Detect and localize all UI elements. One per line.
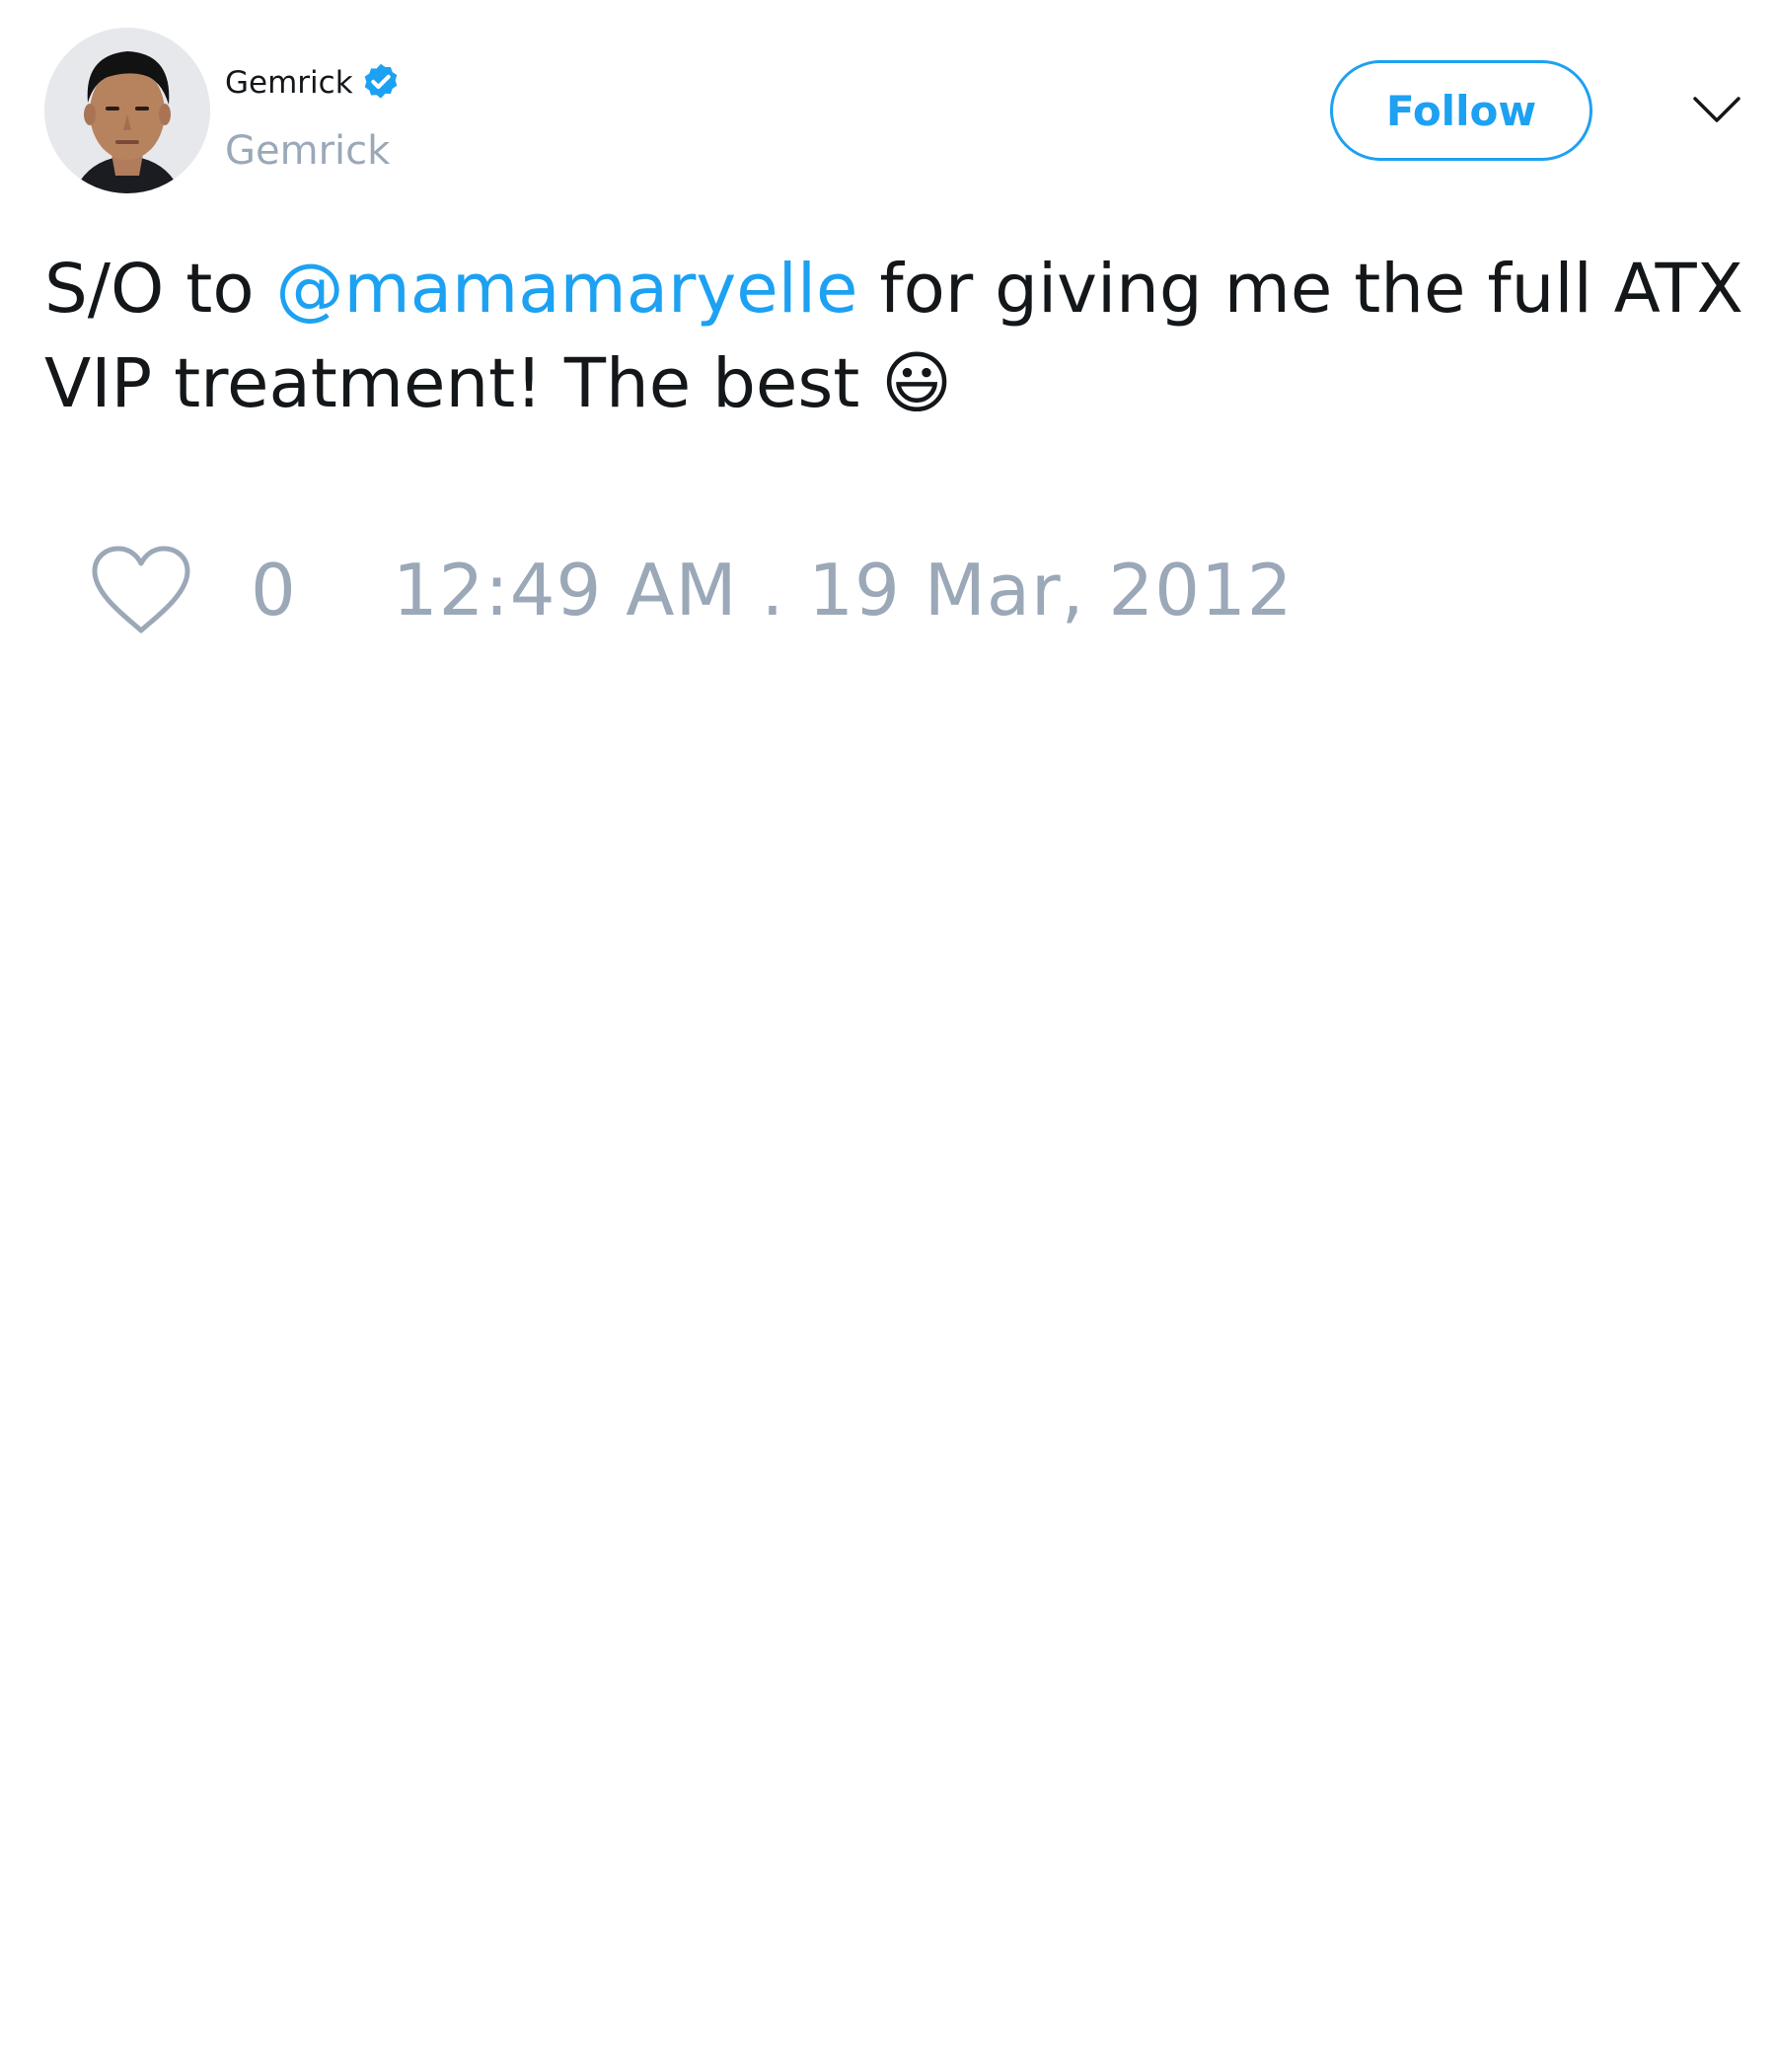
- avatar-photo: [44, 28, 210, 193]
- mention-link[interactable]: @mamamaryelle: [276, 250, 858, 329]
- follow-button[interactable]: Follow: [1330, 60, 1592, 161]
- avatar[interactable]: [44, 28, 210, 193]
- timestamp[interactable]: 12:49 AM . 19 Mar, 2012: [393, 543, 1294, 637]
- chevron-down-icon[interactable]: [1689, 89, 1744, 132]
- author-handle[interactable]: Gemrick: [225, 126, 390, 176]
- display-name[interactable]: Gemrick: [225, 61, 353, 105]
- tweet-text: S/O to @mamamaryelle for giving me the f…: [44, 242, 1751, 431]
- verified-badge-icon: [364, 63, 397, 99]
- tweet-card: Gemrick Gemrick Follow S/O to @mamamarye…: [0, 0, 1776, 2072]
- tweet-actions: 0 12:49 AM . 19 Mar, 2012: [89, 541, 1294, 639]
- author-name-row[interactable]: Gemrick: [225, 61, 403, 105]
- like-count: 0: [251, 549, 296, 631]
- tweet-text-before-mention: S/O to: [44, 250, 276, 329]
- heart-icon[interactable]: [89, 544, 193, 636]
